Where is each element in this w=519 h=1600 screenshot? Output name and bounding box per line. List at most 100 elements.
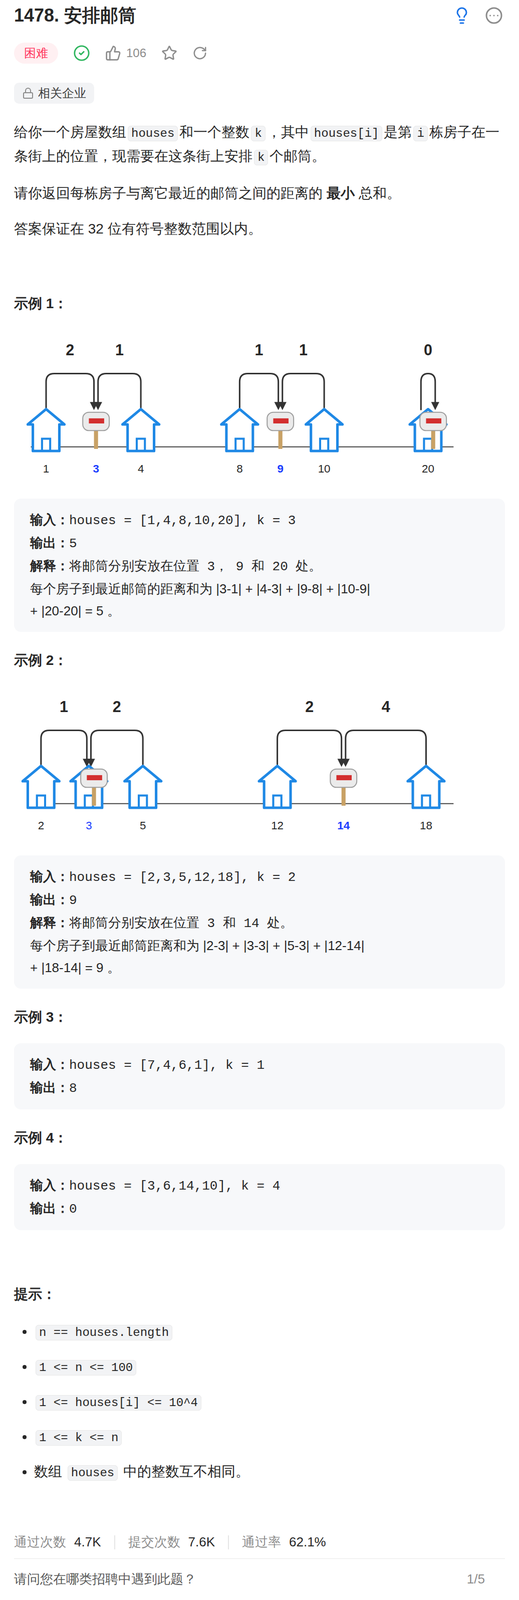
thumbs-up-icon	[105, 45, 122, 62]
example-label: 解释：	[30, 558, 70, 574]
example-label: 输出：	[30, 1079, 70, 1095]
svg-text:3: 3	[85, 819, 92, 832]
house-icon	[22, 765, 60, 808]
example-block: 输入：houses = [1,4,8,10,20], k = 3输出：5解释：将…	[14, 498, 505, 632]
star-icon[interactable]	[161, 45, 178, 62]
text: ，其中	[267, 124, 310, 140]
svg-text:1: 1	[59, 697, 69, 715]
example-value: 每个房子到最近邮筒距离和为 |2-3| + |3-3| + |5-3| + |1…	[30, 937, 365, 953]
example-value: houses = [1,4,8,10,20], k = 3	[69, 512, 296, 529]
distance-arc: 2	[46, 341, 99, 411]
example-block: 输入：houses = [2,3,5,12,18], k = 2输出：9解释：将…	[14, 855, 505, 989]
svg-text:2: 2	[112, 697, 122, 715]
example-label: 输入：	[30, 868, 70, 884]
street-mark: 1	[27, 409, 65, 475]
hint-item: n == houses.length	[34, 1319, 505, 1344]
street-mark: 12	[258, 765, 296, 832]
example-label: 输出：	[30, 535, 70, 551]
house-icon	[122, 409, 160, 451]
text: 给你一个房屋数组	[14, 124, 127, 140]
survey-row[interactable]: 请问您在哪类招聘中遇到此题？1/5	[14, 1567, 505, 1591]
svg-text:5: 5	[139, 819, 146, 832]
stats-divider	[227, 1534, 229, 1549]
example-line: 每个房子到最近邮筒的距离和为 |3-1| + |4-3| + |9-8| + |…	[30, 577, 489, 600]
example-heading: 示例 1：	[14, 292, 505, 315]
example-value: 9	[69, 892, 78, 908]
inline-code: k	[250, 125, 266, 142]
svg-text:20: 20	[421, 462, 435, 475]
street-mark: 18	[407, 765, 445, 832]
example: 示例 4： 输入：houses = [3,6,14,10], k = 4 输出：0	[14, 1126, 505, 1230]
house-icon	[306, 409, 343, 451]
inline-code: 1 <= k <= n	[35, 1429, 122, 1446]
hint-item: 1 <= k <= n	[34, 1424, 505, 1449]
text: 总和。	[354, 185, 401, 201]
like-button[interactable]: 106	[105, 44, 147, 63]
inline-code: houses	[67, 1464, 118, 1481]
description-paragraph: 答案保证在 32 位有符号整数范围以内。	[14, 217, 505, 240]
example-label: 输入：	[30, 1177, 70, 1193]
hint-bulb-icon[interactable]	[452, 6, 471, 25]
meta-row: 困难 106	[14, 42, 505, 65]
example-value: 将邮筒分别安放在位置 3 和 14 处。	[69, 915, 294, 931]
stat-value: 62.1%	[289, 1530, 327, 1553]
example-label: 输出：	[30, 891, 70, 907]
hint-item: 1 <= houses[i] <= 10^4	[34, 1389, 505, 1414]
example-diagram: 21110134891020	[0, 330, 519, 484]
street-mark: 4	[122, 409, 160, 475]
difficulty-badge: 困难	[14, 42, 59, 64]
house-icon	[27, 409, 65, 451]
distance-arc: 1	[41, 697, 92, 767]
distance-arc: 1	[239, 341, 283, 411]
example-label: 输入：	[30, 511, 70, 528]
stat-value: 4.7K	[74, 1530, 102, 1553]
example: 示例 1：21110134891020输入：houses = [1,4,8,10…	[14, 292, 505, 632]
stats-row: 通过次数4.7K提交次数7.6K通过率62.1%	[14, 1530, 505, 1553]
inline-code: houses[i]	[310, 125, 383, 142]
text: 是第	[383, 124, 412, 140]
house-icon	[407, 765, 445, 808]
example-line: 输入：houses = [1,4,8,10,20], k = 3	[30, 508, 489, 532]
share-icon[interactable]	[192, 45, 208, 61]
svg-text:4: 4	[381, 697, 391, 715]
example-value: houses = [3,6,14,10], k = 4	[69, 1178, 281, 1194]
inline-code: 1 <= houses[i] <= 10^4	[35, 1394, 202, 1411]
svg-text:2: 2	[305, 697, 314, 715]
svg-text:10: 10	[318, 462, 331, 475]
svg-text:14: 14	[337, 819, 350, 832]
example-value: 将邮筒分别安放在位置 3， 9 和 20 处。	[69, 559, 322, 575]
company-tag[interactable]: 相关企业	[14, 82, 95, 104]
example-line: 解释：将邮筒分别安放在位置 3 和 14 处。	[30, 911, 489, 935]
description-paragraph: 请你返回每栋房子与离它最近的邮筒之间的距离的 最小 总和。	[14, 181, 505, 205]
stat-label: 通过率	[241, 1530, 282, 1553]
example-line: + |20-20| = 5 。	[30, 599, 489, 622]
example-block: 输入：houses = [3,6,14,10], k = 4 输出：0	[14, 1163, 505, 1230]
example-heading: 示例 3：	[14, 1005, 505, 1028]
example-heading: 示例 2：	[14, 648, 505, 672]
survey-progress: 1/5	[466, 1567, 505, 1591]
mailbox-icon	[267, 412, 294, 449]
inline-code: 1 <= n <= 100	[35, 1359, 137, 1376]
street-mark: 2	[22, 765, 60, 832]
distance-arc: 2	[277, 697, 346, 767]
example-label: 输入：	[30, 1056, 70, 1072]
example-diagram: 1224235121418	[0, 687, 519, 841]
hint-item: 1 <= n <= 100	[34, 1354, 505, 1379]
example-value: 每个房子到最近邮筒的距离和为 |3-1| + |4-3| + |9-8| + |…	[30, 581, 371, 597]
example: 示例 2：1224235121418输入：houses = [2,3,5,12,…	[14, 648, 505, 989]
stat-label: 提交次数	[128, 1530, 181, 1553]
street-mark: 8	[221, 409, 258, 475]
mailbox-icon	[82, 412, 110, 449]
text: 和一个整数	[179, 124, 250, 140]
svg-text:2: 2	[38, 819, 45, 832]
street-mark: 3	[82, 412, 110, 475]
svg-text:4: 4	[137, 462, 144, 475]
inline-code: n == houses.length	[35, 1324, 173, 1341]
example-line: 输出：0	[30, 1196, 489, 1220]
text: 请你返回每栋房子与离它最近的邮筒之间的距离的	[14, 185, 327, 201]
more-icon[interactable]	[484, 6, 503, 25]
svg-text:9: 9	[277, 462, 284, 475]
example-heading: 示例 4：	[14, 1126, 505, 1149]
distance-arc: 4	[341, 697, 427, 767]
example-value: + |18-14| = 9 。	[30, 959, 121, 975]
